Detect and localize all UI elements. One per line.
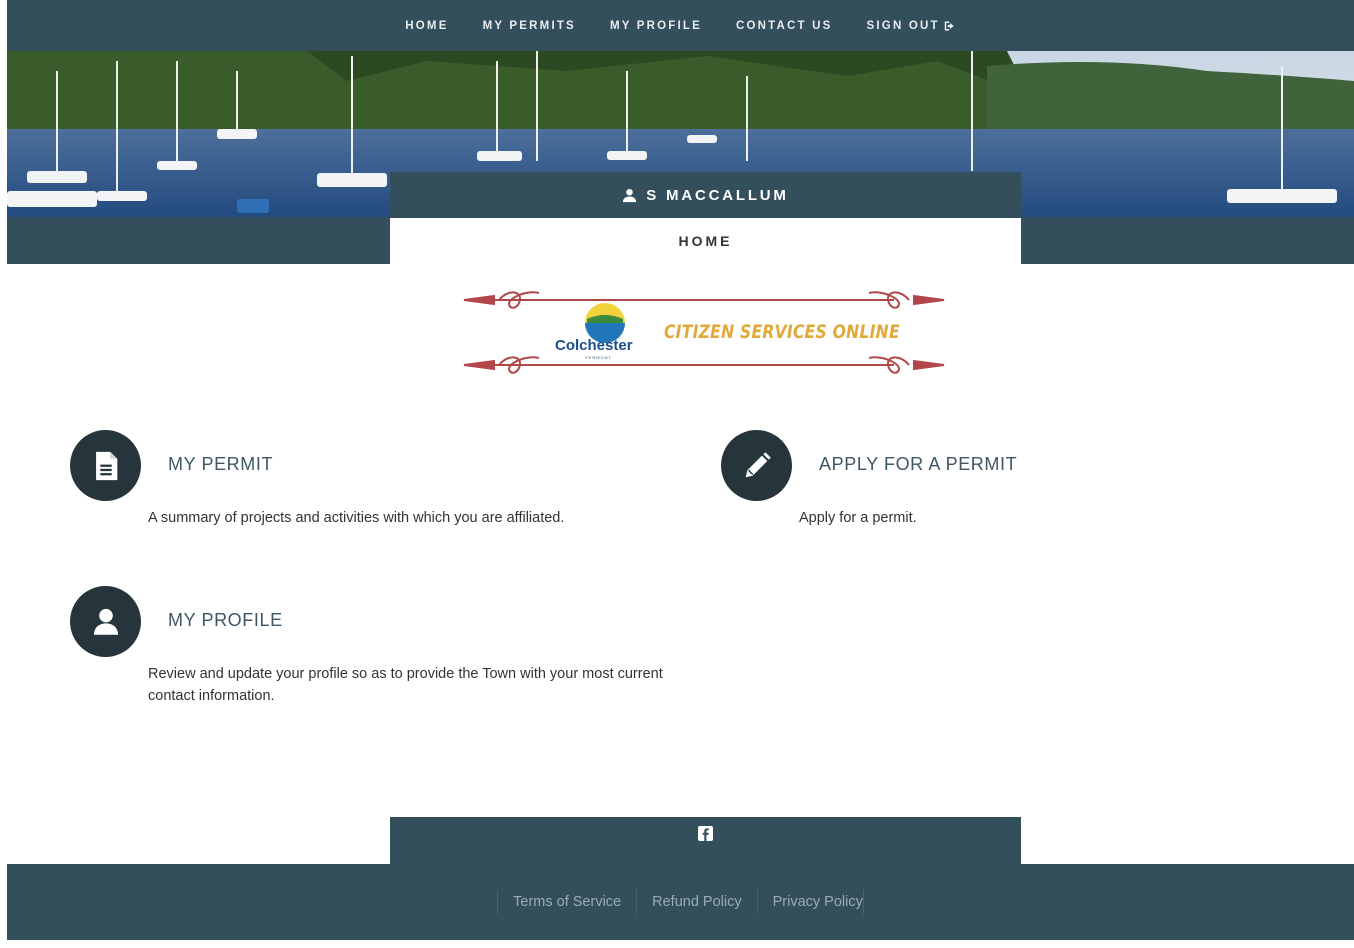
logo-brand: Colchester [555, 337, 633, 354]
my-profile-icon-circle[interactable] [70, 586, 141, 657]
my-profile-card[interactable]: MY PROFILE Review and update your profil… [70, 586, 710, 716]
nav-my-profile-label: MY PROFILE [609, 19, 703, 32]
my-permit-title[interactable]: MY PERMIT [168, 454, 273, 475]
facebook-icon[interactable] [698, 826, 713, 841]
apply-permit-description: Apply for a permit. [799, 510, 917, 526]
terms-of-service-link[interactable]: Terms of Service [497, 890, 636, 914]
my-permit-card[interactable]: MY PERMIT A summary of projects and acti… [70, 430, 670, 540]
nav-contact-us[interactable]: CONTACT US [736, 20, 833, 32]
logo-state: VERMONT [585, 355, 612, 360]
nav-sign-out-label: SIGN OUT [866, 19, 940, 32]
my-permit-description: A summary of projects and activities wit… [148, 510, 565, 526]
logo-tagline: CITIZEN SERVICES ONLINE [664, 321, 900, 343]
my-profile-description: Review and update your profile so as to … [148, 666, 663, 704]
nav-my-profile[interactable]: MY PROFILE [610, 20, 702, 32]
footer: Terms of Service Refund Policy Privacy P… [7, 864, 1354, 940]
user-tab: S MACCALLUM [390, 172, 1021, 218]
document-icon [95, 451, 117, 480]
page-title-tab: HOME [390, 218, 1021, 264]
my-permit-icon-circle[interactable] [70, 430, 141, 501]
nav-home[interactable]: HOME [405, 20, 448, 32]
nav-home-label: HOME [405, 19, 449, 32]
top-nav: HOME MY PERMITS MY PROFILE CONTACT US SI… [7, 0, 1354, 51]
refund-policy-link[interactable]: Refund Policy [636, 890, 756, 914]
social-tab [390, 817, 1021, 864]
apply-permit-card[interactable]: APPLY FOR A PERMIT Apply for a permit. [721, 430, 1241, 540]
page: HOME MY PERMITS MY PROFILE CONTACT US SI… [7, 0, 1354, 948]
apply-permit-title[interactable]: APPLY FOR A PERMIT [819, 454, 1017, 475]
nav-my-permits-label: MY PERMITS [482, 19, 576, 32]
nav-contact-us-label: CONTACT US [736, 19, 833, 32]
logo: Colchester VERMONT CITIZEN SERVICES ONLI… [454, 283, 954, 383]
sign-out-icon [944, 21, 954, 30]
pencil-icon [745, 451, 771, 477]
privacy-policy-link[interactable]: Privacy Policy [756, 890, 864, 914]
user-icon [623, 188, 637, 202]
apply-permit-icon-circle[interactable] [721, 430, 792, 501]
nav-my-permits[interactable]: MY PERMITS [483, 20, 576, 32]
page-title: HOME [678, 233, 733, 249]
user-name: S MACCALLUM [646, 186, 789, 204]
my-profile-title[interactable]: MY PROFILE [168, 610, 283, 631]
nav-sign-out[interactable]: SIGN OUT [867, 20, 956, 32]
user-icon [93, 608, 118, 635]
